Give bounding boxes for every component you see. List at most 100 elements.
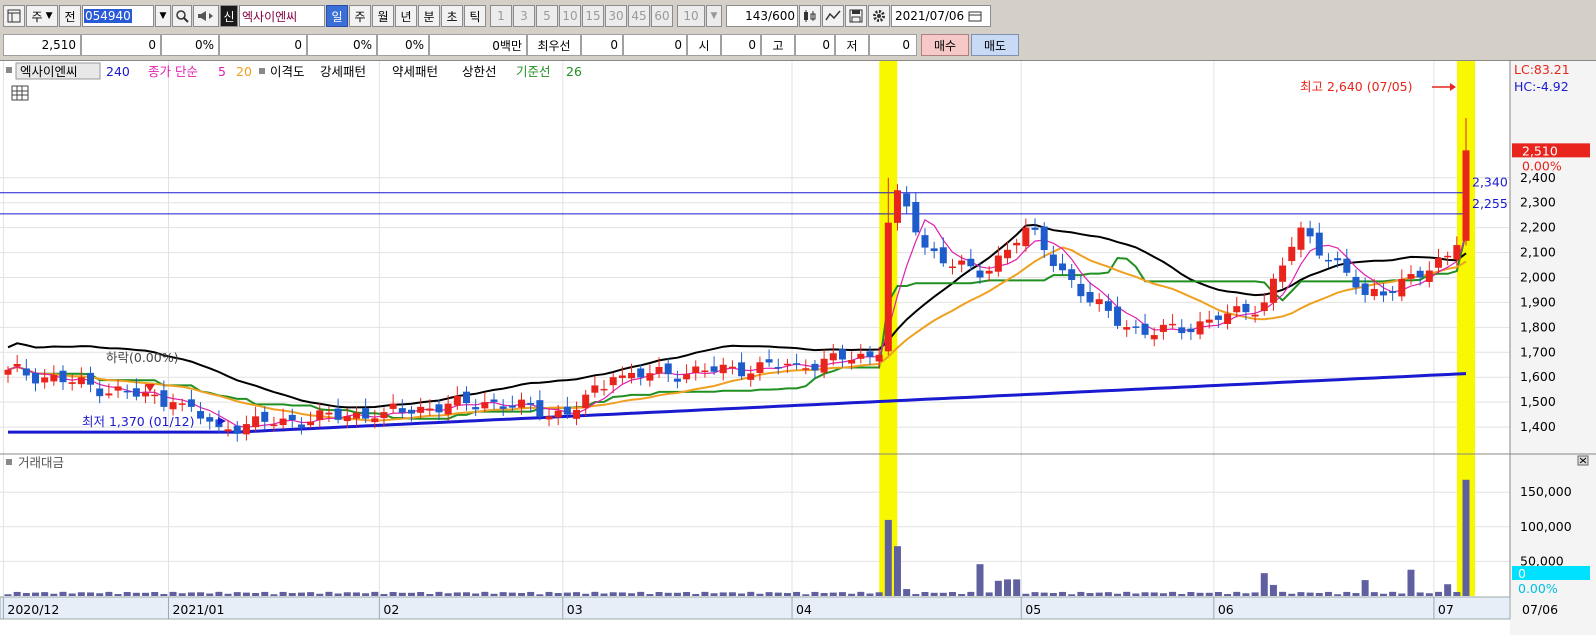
end-date-label: 07/06 — [1522, 602, 1558, 617]
settings-button[interactable] — [868, 5, 890, 27]
volume-tick-label: 150,000 — [1520, 484, 1572, 499]
period-tab-month[interactable]: 월 — [372, 5, 394, 27]
candle-body — [1169, 323, 1177, 326]
volume-bar — [1224, 593, 1232, 596]
chevron-down-icon: ▼ — [159, 11, 167, 21]
stock-name-text: 엑사이엔씨 — [242, 9, 298, 24]
candle-body — [444, 403, 452, 415]
volume-bar — [673, 592, 681, 596]
indicator-button[interactable] — [822, 5, 844, 27]
volume-tick-label: 100,000 — [1520, 519, 1572, 534]
period-tab-tick[interactable]: 틱 — [464, 5, 486, 27]
period-tab-year[interactable]: 년 — [395, 5, 417, 27]
volume-bar — [1453, 592, 1461, 596]
bar-count-input[interactable]: 143/600 — [726, 5, 798, 27]
volume-bar — [829, 592, 837, 596]
volume-bar — [930, 592, 938, 596]
volume-bar — [976, 564, 984, 596]
stock-code-input[interactable]: 054940 — [82, 5, 154, 27]
volume-bar — [1040, 592, 1048, 596]
volume-bar — [664, 592, 672, 596]
step-button-1[interactable]: 1 — [490, 5, 512, 27]
volume-bar — [389, 592, 397, 596]
candle-body — [573, 409, 581, 419]
date-label: 07 — [1438, 602, 1454, 617]
candle-body — [994, 255, 1002, 272]
close-icon[interactable] — [1577, 455, 1589, 466]
code-dropdown-button[interactable]: ▼ — [155, 5, 171, 27]
candle-body — [765, 359, 773, 363]
step-button-30[interactable]: 30 — [605, 5, 627, 27]
high-label-text: 고 — [772, 38, 784, 53]
volume-bar — [866, 593, 874, 596]
volume-bar — [683, 592, 691, 596]
sell-button[interactable]: 매도 — [971, 34, 1019, 56]
volume-bar — [1288, 593, 1296, 596]
candle-body — [1004, 249, 1012, 259]
candle-body — [472, 407, 480, 410]
candle-body — [151, 394, 159, 397]
custom-step-dropdown[interactable]: ▼ — [706, 5, 722, 27]
step-button-5[interactable]: 5 — [536, 5, 558, 27]
new-badge[interactable]: 신 — [220, 5, 238, 27]
price-tick-label: 2,200 — [1520, 220, 1556, 235]
candle-body — [1260, 302, 1268, 312]
volume-bar — [728, 592, 736, 596]
full-list-button[interactable]: 전 — [59, 5, 81, 27]
volume-bar — [288, 593, 296, 596]
date-input[interactable]: 2021/07/06 — [891, 5, 991, 27]
search-button[interactable] — [172, 5, 192, 27]
volume-bar — [380, 594, 388, 596]
candle-body — [527, 403, 535, 405]
volume-panel-title: 거래대금 — [18, 455, 64, 470]
volume-bar — [738, 593, 746, 596]
step-button-10[interactable]: 10 — [559, 5, 581, 27]
candle-body — [242, 424, 250, 435]
legend-square-icon — [6, 459, 12, 465]
legend-base-line: 기준선 — [516, 64, 551, 79]
custom-step-input[interactable]: 10 — [677, 5, 705, 27]
volume-bar — [1425, 593, 1433, 596]
candle-body — [1132, 326, 1140, 328]
period-tab-minute[interactable]: 분 — [418, 5, 440, 27]
low-label-text: 저 — [846, 38, 858, 53]
new-badge-label: 신 — [223, 9, 235, 24]
save-button[interactable] — [845, 5, 867, 27]
candle-body — [1049, 254, 1057, 267]
period-tab-label: 월 — [377, 9, 389, 24]
buy-button[interactable]: 매수 — [921, 34, 969, 56]
stock-chart[interactable]: 2,3402,255 2,4002,3002,2002,1002,0001,90… — [0, 60, 1596, 635]
trade-amount-value: 0백만 — [492, 38, 522, 53]
prev-next-button[interactable] — [193, 5, 219, 27]
table-icon[interactable] — [11, 85, 29, 101]
candle-body — [1040, 226, 1048, 251]
period-tab-label: 초 — [446, 9, 458, 24]
volume: 0 — [219, 34, 307, 56]
candle-body — [921, 235, 929, 248]
candle-body — [820, 358, 828, 373]
annotation-high: 최고 2,640 (07/05) — [1300, 79, 1413, 94]
period-tab-label: 일 — [331, 9, 343, 24]
volume-bar — [994, 580, 1002, 596]
volume-bar — [1004, 579, 1012, 596]
volume-bar — [462, 592, 470, 596]
step-button-15[interactable]: 15 — [582, 5, 604, 27]
step-label: 5 — [543, 9, 551, 23]
volume-bar — [573, 592, 581, 596]
market-select[interactable]: 주 ▼ — [26, 5, 58, 27]
volume-bar — [765, 592, 773, 596]
crosshair-button[interactable] — [799, 5, 821, 27]
volume-bar — [1398, 593, 1406, 596]
candle-body — [206, 417, 214, 422]
period-tab-day[interactable]: 일 — [326, 5, 348, 27]
step-button-45[interactable]: 45 — [628, 5, 650, 27]
window-menu-icon[interactable] — [3, 5, 25, 27]
period-tab-second[interactable]: 초 — [441, 5, 463, 27]
volume-bar — [783, 593, 791, 596]
step-button-60[interactable]: 60 — [651, 5, 673, 27]
volume-bar — [334, 593, 342, 596]
volume-bar — [536, 594, 544, 596]
date-label: 06 — [1218, 602, 1234, 617]
step-button-3[interactable]: 3 — [513, 5, 535, 27]
period-tab-week[interactable]: 주 — [349, 5, 371, 27]
